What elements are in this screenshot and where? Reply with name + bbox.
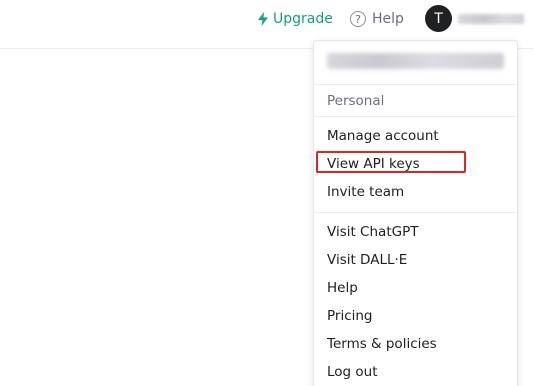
menu-account-header bbox=[314, 41, 517, 85]
menu-item-log-out[interactable]: Log out bbox=[314, 358, 517, 386]
menu-item-pricing[interactable]: Pricing bbox=[314, 302, 517, 330]
menu-item-visit-dalle[interactable]: Visit DALL·E bbox=[314, 246, 517, 274]
menu-group-account: Manage account View API keys Invite team bbox=[314, 117, 517, 213]
upgrade-label: Upgrade bbox=[273, 11, 333, 27]
account-menu-button[interactable]: T bbox=[425, 5, 524, 32]
account-name-redacted bbox=[458, 13, 524, 24]
bolt-icon bbox=[257, 12, 269, 26]
page: Upgrade ? Help T Personal Manage account… bbox=[0, 0, 534, 386]
avatar: T bbox=[425, 5, 452, 32]
menu-section-personal: Personal bbox=[314, 85, 517, 117]
account-email-redacted bbox=[327, 53, 504, 69]
menu-item-visit-chatgpt[interactable]: Visit ChatGPT bbox=[314, 218, 517, 246]
menu-item-help[interactable]: Help bbox=[314, 274, 517, 302]
menu-item-view-api-keys[interactable]: View API keys bbox=[314, 150, 517, 178]
upgrade-link[interactable]: Upgrade bbox=[257, 8, 333, 30]
question-circle-icon: ? bbox=[350, 11, 366, 27]
help-link[interactable]: ? Help bbox=[350, 8, 404, 30]
help-label: Help bbox=[372, 11, 404, 27]
account-dropdown-menu: Personal Manage account View API keys In… bbox=[313, 40, 518, 386]
menu-item-invite-team[interactable]: Invite team bbox=[314, 178, 517, 206]
menu-item-manage-account[interactable]: Manage account bbox=[314, 122, 517, 150]
menu-group-links: Visit ChatGPT Visit DALL·E Help Pricing … bbox=[314, 213, 517, 386]
menu-item-terms-policies[interactable]: Terms & policies bbox=[314, 330, 517, 358]
